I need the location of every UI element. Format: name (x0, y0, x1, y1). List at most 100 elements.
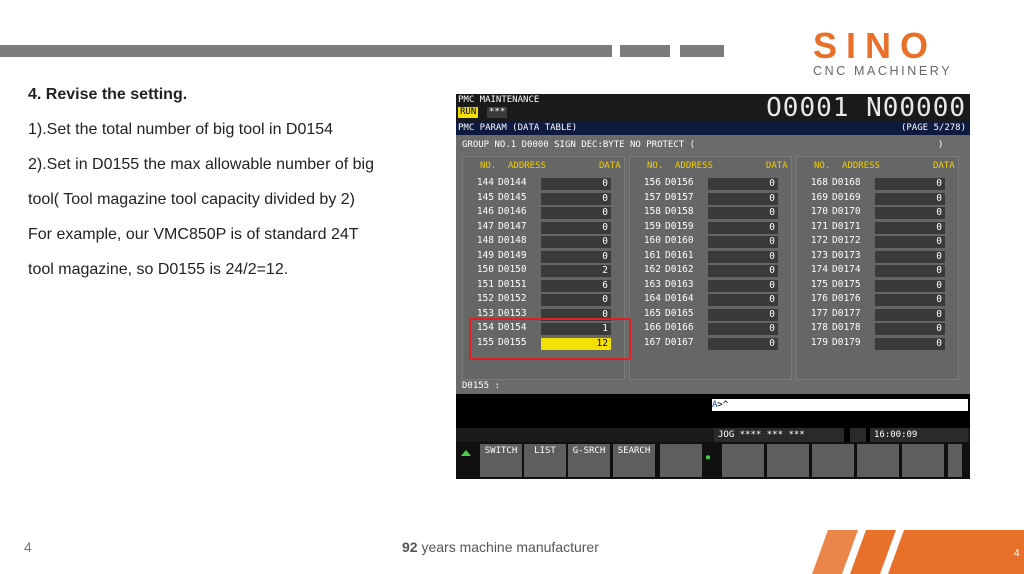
row-data-field[interactable]: 0 (708, 279, 778, 292)
row-data-field[interactable]: 0 (708, 207, 778, 219)
command-input[interactable]: A>^ (712, 399, 968, 411)
row-address: D0177 (832, 307, 861, 319)
row-data-field[interactable]: 0 (875, 279, 945, 292)
table-row[interactable]: 165 D0165 0 (630, 308, 791, 322)
row-data-field[interactable]: 0 (541, 207, 611, 219)
table-row[interactable]: 176 D0176 0 (797, 293, 958, 307)
table-row[interactable]: 144 D0144 0 (463, 177, 624, 191)
mode-status: JOG **** *** *** (714, 428, 844, 442)
table-row[interactable]: 156 D0156 0 (630, 177, 791, 191)
table-row[interactable]: 160 D0160 0 (630, 235, 791, 249)
row-address: D0158 (665, 206, 694, 217)
row-data-field[interactable]: 0 (875, 308, 945, 321)
row-address: D0144 (498, 177, 527, 188)
row-data-field[interactable]: 0 (708, 178, 778, 190)
table-row[interactable]: 178 D0178 0 (797, 322, 958, 336)
softkey-blank[interactable] (722, 444, 764, 477)
row-address: D0164 (665, 293, 694, 304)
next-menu-icon[interactable]: ✹ (705, 452, 711, 463)
row-number: 172 (810, 235, 828, 246)
softkey-switch[interactable]: SWITCH (480, 444, 522, 477)
row-data: 0 (769, 250, 775, 262)
row-address: D0168 (832, 177, 861, 188)
row-data: 0 (769, 279, 775, 291)
softkey-blank[interactable] (902, 444, 944, 477)
table-row[interactable]: 145 D0145 0 (463, 192, 624, 206)
table-row[interactable]: 170 D0170 0 (797, 206, 958, 220)
table-row[interactable]: 157 D0157 0 (630, 192, 791, 206)
row-data-field[interactable]: 0 (708, 236, 778, 248)
table-row[interactable]: 164 D0164 0 (630, 293, 791, 307)
row-data-field[interactable]: 0 (541, 221, 611, 234)
group-close: ) (938, 140, 944, 150)
row-data-field[interactable]: 0 (875, 337, 945, 350)
table-row[interactable]: 174 D0174 0 (797, 264, 958, 278)
row-data-field[interactable]: 0 (875, 294, 945, 306)
softkey-blank[interactable] (812, 444, 854, 477)
row-data-field[interactable]: 0 (875, 236, 945, 248)
row-data-field[interactable]: 0 (875, 192, 945, 205)
row-data-field[interactable]: 0 (875, 221, 945, 234)
row-data-field[interactable]: 0 (708, 192, 778, 205)
table-row[interactable]: 179 D0179 0 (797, 337, 958, 351)
table-row[interactable]: 148 D0148 0 (463, 235, 624, 249)
softkey-blank[interactable] (767, 444, 809, 477)
row-data-field[interactable]: 2 (541, 265, 611, 277)
row-data-field[interactable]: 0 (541, 178, 611, 190)
softkey-g-srch[interactable]: G-SRCH (568, 444, 610, 477)
row-data-field[interactable]: 0 (875, 265, 945, 277)
row-data-field[interactable]: 0 (708, 221, 778, 234)
table-row[interactable]: 173 D0173 0 (797, 250, 958, 264)
row-data: 0 (936, 265, 942, 276)
header-no: NO. (814, 161, 831, 171)
row-data-field[interactable]: 0 (875, 178, 945, 190)
row-address: D0153 (498, 307, 527, 319)
row-data-field[interactable]: 0 (708, 337, 778, 350)
softkey-list[interactable]: LIST (524, 444, 566, 477)
row-data: 0 (602, 294, 608, 305)
corner-stripes (810, 530, 1024, 574)
row-data-field[interactable]: 6 (541, 279, 611, 292)
row-data-field[interactable]: 0 (875, 207, 945, 219)
table-row[interactable]: 175 D0175 0 (797, 279, 958, 293)
table-row[interactable]: 177 D0177 0 (797, 308, 958, 322)
previous-page-icon[interactable] (461, 450, 471, 456)
row-number: 160 (643, 235, 661, 246)
row-data-field[interactable]: 0 (708, 265, 778, 277)
table-row[interactable]: 161 D0161 0 (630, 250, 791, 264)
row-data-field[interactable]: 0 (875, 323, 945, 335)
row-data-field[interactable]: 0 (541, 250, 611, 263)
table-row[interactable]: 158 D0158 0 (630, 206, 791, 220)
softkey-blank[interactable] (857, 444, 899, 477)
softkey-blank[interactable] (660, 444, 702, 477)
table-row[interactable]: 150 D0150 2 (463, 264, 624, 278)
row-data-field[interactable]: 0 (541, 294, 611, 306)
table-row[interactable]: 168 D0168 0 (797, 177, 958, 191)
softkey-next[interactable] (948, 444, 962, 477)
row-data-field[interactable]: 0 (875, 250, 945, 263)
table-row[interactable]: 151 D0151 6 (463, 279, 624, 293)
table-row[interactable]: 172 D0172 0 (797, 235, 958, 249)
row-data-field[interactable]: 0 (708, 323, 778, 335)
row-data: 0 (936, 250, 942, 262)
table-row[interactable]: 169 D0169 0 (797, 192, 958, 206)
table-row[interactable]: 149 D0149 0 (463, 250, 624, 264)
instruction-line: For example, our VMC850P is of standard … (28, 226, 359, 243)
group-info: GROUP NO.1 D0000 SIGN DEC:BYTE NO PROTEC… (462, 140, 943, 150)
row-data-field[interactable]: 0 (708, 308, 778, 321)
table-row[interactable]: 166 D0166 0 (630, 322, 791, 336)
table-row[interactable]: 152 D0152 0 (463, 293, 624, 307)
row-data-field[interactable]: 0 (708, 250, 778, 263)
row-data-field[interactable]: 0 (708, 294, 778, 306)
table-row[interactable]: 159 D0159 0 (630, 221, 791, 235)
row-data-field[interactable]: 0 (541, 236, 611, 248)
table-row[interactable]: 167 D0167 0 (630, 337, 791, 351)
table-row[interactable]: 146 D0146 0 (463, 206, 624, 220)
table-row[interactable]: 163 D0163 0 (630, 279, 791, 293)
page-number: 4 (24, 539, 32, 555)
table-row[interactable]: 162 D0162 0 (630, 264, 791, 278)
row-data-field[interactable]: 0 (541, 192, 611, 205)
table-row[interactable]: 171 D0171 0 (797, 221, 958, 235)
softkey-search[interactable]: SEARCH (613, 444, 655, 477)
table-row[interactable]: 147 D0147 0 (463, 221, 624, 235)
